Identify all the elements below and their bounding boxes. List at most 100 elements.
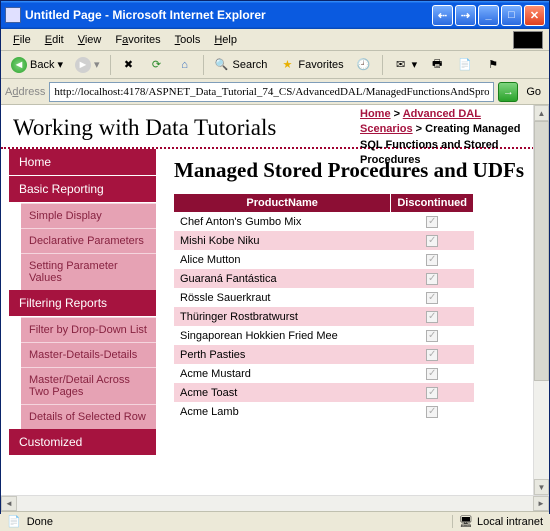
maximize-button[interactable]: □: [501, 5, 522, 26]
checkbox-disabled: ✓: [426, 235, 438, 247]
table-row: Acme Lamb✓: [174, 402, 474, 421]
cell-discontinued: ✓: [391, 402, 474, 421]
scroll-up-icon[interactable]: ▲: [534, 105, 549, 121]
sidebar: Home Basic Reporting Simple DisplayDecla…: [1, 149, 156, 456]
extra-button[interactable]: ⚑: [481, 55, 505, 75]
dropdown-icon: ▾: [94, 58, 100, 71]
cell-discontinued: ✓: [391, 231, 474, 250]
table-row: Thüringer Rostbratwurst✓: [174, 307, 474, 326]
address-input[interactable]: [49, 82, 494, 102]
cell-productname: Mishi Kobe Niku: [174, 231, 391, 250]
cell-discontinued: ✓: [391, 364, 474, 383]
statusbar: 📄 Done 🖥 Local intranet: [1, 511, 549, 531]
checkbox-disabled: ✓: [426, 349, 438, 361]
menubar: File Edit View Favorites Tools Help: [1, 29, 549, 51]
go-label: Go: [522, 86, 545, 98]
cell-productname: Rössle Sauerkraut: [174, 288, 391, 307]
history-icon: 🕘: [356, 57, 372, 73]
security-zone: 🖥 Local intranet: [452, 515, 543, 528]
extra-button-1[interactable]: ⇠: [432, 5, 453, 26]
cell-discontinued: ✓: [391, 383, 474, 402]
horizontal-scrollbar[interactable]: ◄ ►: [1, 495, 549, 511]
sidebar-item-customized[interactable]: Customized: [9, 429, 156, 456]
refresh-button[interactable]: ⟳: [145, 55, 169, 75]
menu-tools[interactable]: Tools: [169, 32, 207, 48]
scroll-thumb[interactable]: [534, 121, 549, 381]
col-discontinued: Discontinued: [391, 194, 474, 212]
cell-discontinued: ✓: [391, 345, 474, 364]
intranet-icon: 🖥: [459, 515, 473, 528]
table-row: Perth Pasties ✓: [174, 345, 474, 364]
checkbox-disabled: ✓: [426, 406, 438, 418]
sidebar-sub-item[interactable]: Setting Parameter Values: [21, 253, 156, 290]
forward-button[interactable]: ► ▾: [71, 55, 104, 75]
cell-productname: Acme Toast: [174, 383, 391, 402]
table-row: Guaraná Fantástica ✓: [174, 269, 474, 288]
sidebar-item-basic-reporting[interactable]: Basic Reporting: [9, 176, 156, 203]
table-row: Mishi Kobe Niku ✓: [174, 231, 474, 250]
stop-button[interactable]: ✖: [117, 55, 141, 75]
sidebar-sub-item[interactable]: Filter by Drop-Down List: [21, 317, 156, 342]
menu-edit[interactable]: Edit: [39, 32, 70, 48]
status-text: Done: [27, 516, 446, 528]
cell-productname: Guaraná Fantástica: [174, 269, 391, 288]
sidebar-sub-item[interactable]: Declarative Parameters: [21, 228, 156, 253]
cell-discontinued: ✓: [391, 269, 474, 288]
separator: [382, 55, 383, 75]
window-title: Untitled Page - Microsoft Internet Explo…: [25, 8, 432, 22]
back-label: Back: [30, 59, 54, 71]
sidebar-sub-item[interactable]: Simple Display: [21, 203, 156, 228]
breadcrumb: Home > Advanced DAL Scenarios > Creating…: [360, 107, 535, 169]
sidebar-sub-item[interactable]: Master-Details-Details: [21, 342, 156, 367]
mail-button[interactable]: ✉▾: [389, 55, 422, 75]
sidebar-sub-item[interactable]: Master/Detail Across Two Pages: [21, 367, 156, 404]
back-icon: ◄: [11, 57, 27, 73]
address-label: Address: [5, 86, 45, 98]
sidebar-sub-item[interactable]: Details of Selected Row: [21, 404, 156, 429]
home-icon: ⌂: [177, 57, 193, 73]
menu-favorites[interactable]: Favorites: [109, 32, 166, 48]
checkbox-disabled: ✓: [426, 273, 438, 285]
cell-productname: Singaporean Hokkien Fried Mee: [174, 326, 391, 345]
breadcrumb-home[interactable]: Home: [360, 108, 391, 120]
stop-icon: ✖: [121, 57, 137, 73]
sidebar-item-home[interactable]: Home: [9, 149, 156, 176]
search-button[interactable]: 🔍 Search: [210, 55, 272, 75]
menu-view[interactable]: View: [72, 32, 108, 48]
cell-discontinued: ✓: [391, 212, 474, 231]
extra-button-2[interactable]: ⇢: [455, 5, 476, 26]
separator: [110, 55, 111, 75]
table-row: Alice Mutton✓: [174, 250, 474, 269]
minimize-button[interactable]: _: [478, 5, 499, 26]
vertical-scrollbar[interactable]: ▲ ▼: [533, 105, 549, 495]
menu-help[interactable]: Help: [208, 32, 243, 48]
home-button[interactable]: ⌂: [173, 55, 197, 75]
scroll-right-icon[interactable]: ►: [533, 496, 549, 511]
table-row: Singaporean Hokkien Fried Mee✓: [174, 326, 474, 345]
separator: [203, 55, 204, 75]
cell-productname: Alice Mutton: [174, 250, 391, 269]
table-row: Acme Mustard✓: [174, 364, 474, 383]
back-button[interactable]: ◄ Back ▾: [7, 55, 67, 75]
cell-productname: Perth Pasties: [174, 345, 391, 364]
scroll-down-icon[interactable]: ▼: [534, 479, 549, 495]
main-content: Home > Advanced DAL Scenarios > Creating…: [156, 149, 549, 456]
history-button[interactable]: 🕘: [352, 55, 376, 75]
print-button[interactable]: 🖶: [425, 55, 449, 75]
products-table: ProductName Discontinued Chef Anton's Gu…: [174, 194, 474, 421]
ie-icon: [5, 7, 21, 23]
ie-logo: [513, 31, 543, 49]
star-icon: ★: [279, 57, 295, 73]
search-label: Search: [233, 59, 268, 71]
edit-button[interactable]: 📄: [453, 55, 477, 75]
go-button[interactable]: →: [498, 82, 518, 102]
sidebar-item-filtering-reports[interactable]: Filtering Reports: [9, 290, 156, 317]
close-button[interactable]: ✕: [524, 5, 545, 26]
col-productname: ProductName: [174, 194, 391, 212]
favorites-button[interactable]: ★ Favorites: [275, 55, 347, 75]
menu-file[interactable]: File: [7, 32, 37, 48]
scroll-left-icon[interactable]: ◄: [1, 496, 17, 511]
window-controls: ⇠ ⇢ _ □ ✕: [432, 5, 545, 26]
dropdown-icon: ▾: [412, 58, 418, 71]
browser-viewport: Working with Data Tutorials Home Basic R…: [1, 105, 549, 495]
